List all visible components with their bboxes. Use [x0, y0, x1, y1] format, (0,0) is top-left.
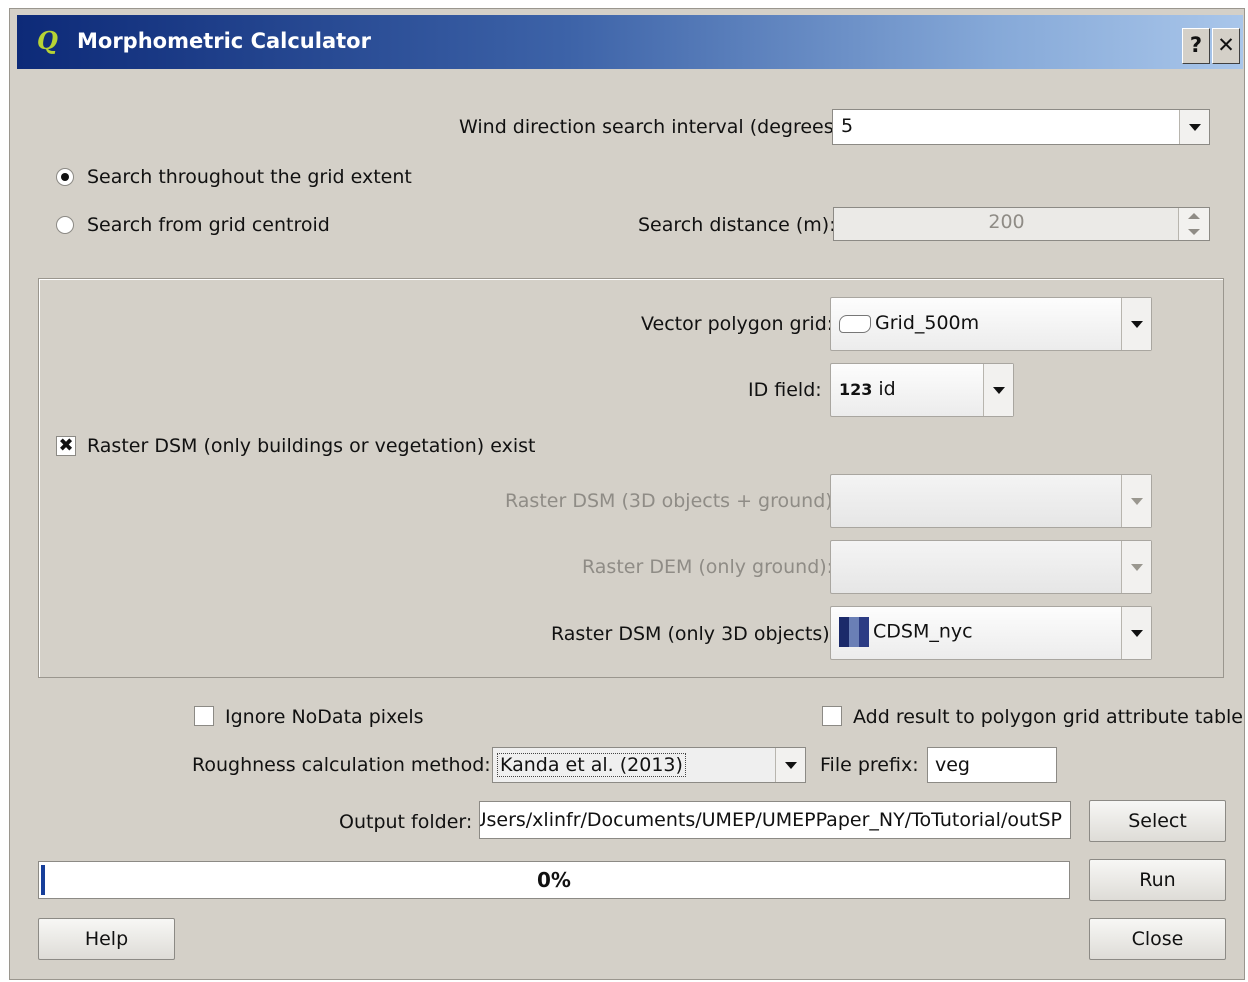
chevron-down-icon: [1121, 541, 1151, 593]
qgis-logo-icon: Q: [37, 26, 58, 55]
add-result-label: Add result to polygon grid attribute tab…: [853, 706, 1243, 728]
chevron-down-icon: [1121, 298, 1151, 350]
search-distance-spinbox[interactable]: 200: [833, 207, 1210, 241]
dsm-combo[interactable]: [830, 474, 1152, 528]
dsm-label: Raster DSM (3D objects + ground):: [505, 490, 840, 512]
window-title: Morphometric Calculator: [77, 29, 371, 53]
id-field-label: ID field:: [748, 379, 822, 401]
run-button[interactable]: Run: [1089, 859, 1226, 901]
progress-label: 0%: [537, 868, 571, 892]
output-folder-input[interactable]: C:/Users/xlinfr/Documents/UMEP/UMEPPaper…: [479, 801, 1071, 839]
dem-combo[interactable]: [830, 540, 1152, 594]
wind-interval-label: Wind direction search interval (degrees)…: [459, 116, 848, 138]
ignore-nodata-label: Ignore NoData pixels: [225, 706, 424, 728]
id-field-combo[interactable]: 123 id: [830, 363, 1014, 417]
progress-bar: 0%: [38, 861, 1070, 899]
wind-interval-value: 5: [841, 115, 854, 137]
roughness-method-value: Kanda et al. (2013): [497, 753, 686, 777]
dem-label: Raster DEM (only ground):: [582, 556, 834, 578]
morphometric-calculator-dialog: Q Morphometric Calculator ? ✕ Wind direc…: [9, 8, 1245, 980]
cdsm-value: CDSM_nyc: [873, 620, 973, 643]
title-bar[interactable]: Q Morphometric Calculator ? ✕: [17, 15, 1243, 69]
close-title-button[interactable]: ✕: [1212, 28, 1240, 64]
output-folder-value: C:/Users/xlinfr/Documents/UMEP/UMEPPaper…: [479, 809, 1062, 831]
file-prefix-label: File prefix:: [820, 754, 919, 776]
polygon-layer-icon: [839, 314, 871, 333]
file-prefix-input[interactable]: veg: [927, 747, 1057, 783]
chevron-down-icon: [775, 748, 805, 782]
spin-down-icon[interactable]: [1188, 229, 1200, 235]
add-result-checkbox[interactable]: [822, 706, 842, 726]
spin-up-icon[interactable]: [1188, 213, 1200, 219]
raster-layer-icon: [839, 617, 869, 647]
chevron-down-icon: [1121, 607, 1151, 659]
cdsm-label: Raster DSM (only 3D objects):: [551, 623, 837, 645]
raster-exist-label: Raster DSM (only buildings or vegetation…: [87, 435, 536, 457]
help-title-button[interactable]: ?: [1182, 28, 1210, 64]
ignore-nodata-checkbox[interactable]: [194, 706, 214, 726]
close-button[interactable]: Close: [1089, 918, 1226, 960]
id-field-value: id: [878, 378, 896, 400]
roughness-method-combo[interactable]: Kanda et al. (2013): [492, 747, 806, 783]
vector-grid-combo[interactable]: Grid_500m: [830, 297, 1152, 351]
cdsm-combo[interactable]: CDSM_nyc: [830, 606, 1152, 660]
spinner-arrows-icon[interactable]: [1178, 208, 1209, 240]
chevron-down-icon: [983, 364, 1013, 416]
numeric-field-icon: 123: [839, 380, 873, 399]
raster-exist-checkbox[interactable]: ✖: [56, 436, 76, 456]
chevron-down-icon: [1121, 475, 1151, 527]
checkmark-icon: ✖: [58, 435, 74, 456]
vector-grid-label: Vector polygon grid:: [641, 313, 834, 335]
select-button[interactable]: Select: [1089, 800, 1226, 842]
file-prefix-value: veg: [935, 754, 970, 776]
search-extent-radio[interactable]: [56, 168, 74, 186]
search-centroid-label: Search from grid centroid: [87, 214, 330, 236]
wind-interval-combo[interactable]: 5: [832, 109, 1210, 145]
search-extent-label: Search throughout the grid extent: [87, 166, 412, 188]
help-button[interactable]: Help: [38, 918, 175, 960]
search-distance-label: Search distance (m):: [638, 214, 836, 236]
search-centroid-radio[interactable]: [56, 216, 74, 234]
search-distance-value: 200: [988, 211, 1025, 233]
chevron-down-icon: [1179, 110, 1209, 144]
output-folder-label: Output folder:: [339, 811, 473, 833]
vector-grid-value: Grid_500m: [875, 312, 980, 334]
roughness-method-label: Roughness calculation method:: [192, 754, 491, 776]
